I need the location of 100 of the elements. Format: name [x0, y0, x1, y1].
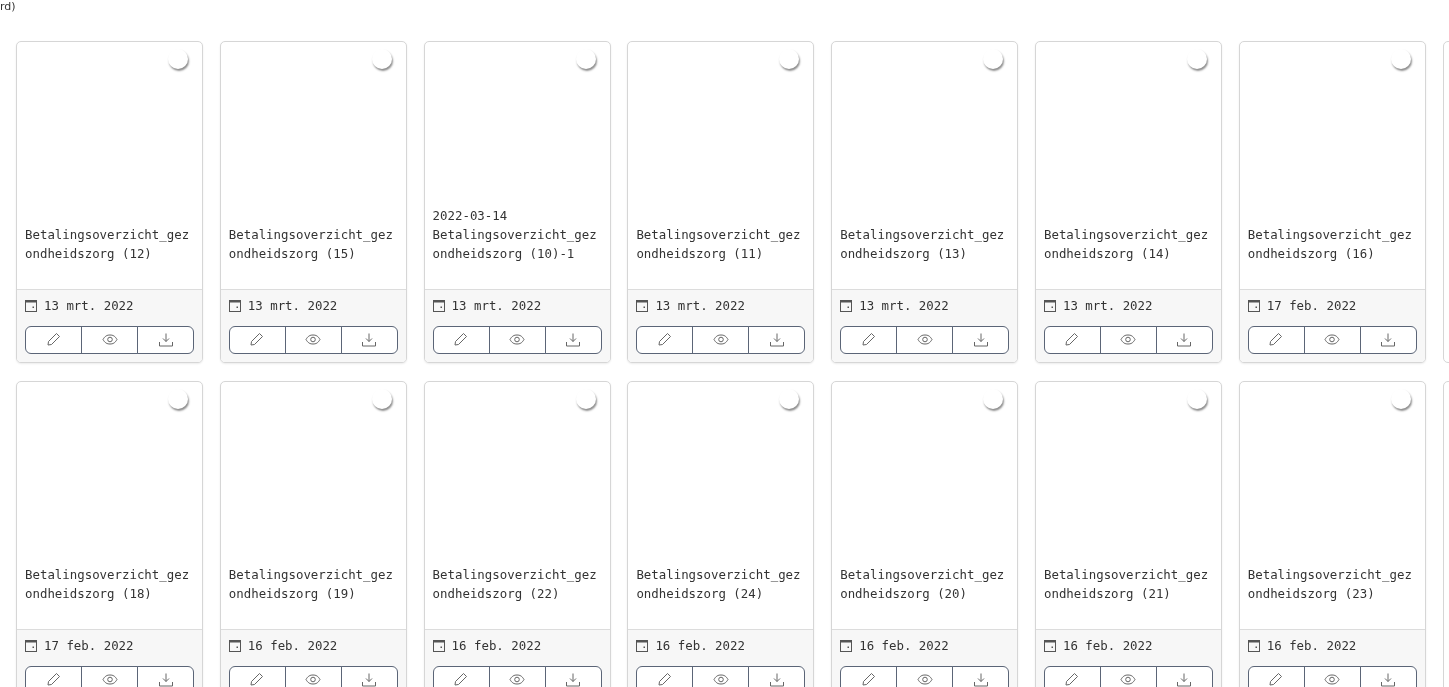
download-button[interactable] [137, 666, 194, 687]
select-toggle[interactable] [575, 389, 596, 409]
pencil-icon [453, 332, 470, 348]
select-toggle[interactable] [779, 389, 800, 409]
document-title: Betalingsoverzicht_gezondheidszorg (22) [432, 566, 598, 603]
download-button[interactable] [1359, 326, 1417, 354]
calendar-icon [840, 300, 853, 312]
eye-icon [101, 332, 118, 348]
view-button[interactable] [488, 326, 546, 354]
calendar-icon [25, 640, 37, 652]
document-title: Betalingsoverzicht_gezondheidszorg (23) [1247, 566, 1413, 603]
view-button[interactable] [692, 666, 750, 687]
download-icon [972, 332, 989, 348]
edit-button[interactable] [1044, 326, 1101, 354]
pencil-icon [249, 672, 266, 687]
view-button[interactable] [896, 666, 954, 687]
view-button[interactable] [692, 326, 750, 354]
view-button[interactable] [1303, 326, 1361, 354]
calendar-icon [432, 300, 445, 312]
pencil-icon [45, 672, 62, 687]
document-date: 17 feb. 2022 [44, 636, 134, 655]
document-title: Betalingsoverzicht_gezondheidszorg (13) [840, 226, 1006, 263]
edit-button[interactable] [1247, 666, 1305, 687]
document-date: 13 mrt. 2022 [247, 296, 338, 315]
download-button[interactable] [544, 666, 602, 687]
pencil-icon [860, 332, 877, 348]
download-icon [768, 332, 785, 348]
view-button[interactable] [284, 666, 342, 687]
view-button[interactable] [896, 326, 954, 354]
calendar-icon [1247, 300, 1260, 312]
document-title: Betalingsoverzicht_gezondheidszorg (16) [1247, 226, 1413, 263]
select-toggle[interactable] [983, 389, 1004, 409]
download-button[interactable] [952, 666, 1010, 687]
eye-icon [509, 332, 526, 348]
document-title: Betalingsoverzicht_gezondheidszorg (21) [1044, 566, 1210, 603]
edit-button[interactable] [25, 666, 82, 687]
select-toggle[interactable] [1187, 389, 1207, 409]
view-button[interactable] [81, 666, 138, 687]
download-button[interactable] [1359, 666, 1417, 687]
download-icon [361, 672, 378, 687]
document-date: 16 feb. 2022 [247, 636, 338, 655]
eye-icon [1120, 332, 1137, 348]
document-title: Betalingsoverzicht_gezondheidszorg (14) [1044, 226, 1210, 263]
select-toggle[interactable] [1187, 49, 1207, 69]
download-button[interactable] [748, 326, 806, 354]
download-icon [1176, 672, 1193, 687]
eye-icon [916, 332, 933, 348]
calendar-icon [1044, 300, 1056, 312]
pencil-icon [453, 672, 470, 687]
calendar-icon [432, 640, 445, 652]
download-button[interactable] [137, 326, 194, 354]
document-title: Betalingsoverzicht_gezondheidszorg (20) [840, 566, 1006, 603]
select-toggle[interactable] [168, 389, 188, 409]
select-toggle[interactable] [168, 49, 188, 69]
edit-button[interactable] [1044, 666, 1101, 687]
download-icon [972, 672, 989, 687]
eye-icon [305, 332, 322, 348]
eye-icon [305, 672, 322, 687]
download-button[interactable] [340, 326, 398, 354]
calendar-icon [1247, 640, 1260, 652]
view-button[interactable] [1100, 326, 1157, 354]
edit-button[interactable] [1247, 326, 1305, 354]
edit-button[interactable] [432, 326, 490, 354]
download-button[interactable] [544, 326, 602, 354]
download-button[interactable] [748, 666, 806, 687]
document-date: 16 feb. 2022 [1266, 636, 1357, 655]
select-toggle[interactable] [1390, 389, 1411, 409]
document-date: 13 mrt. 2022 [655, 296, 745, 315]
view-button[interactable] [81, 326, 138, 354]
edit-button[interactable] [840, 326, 898, 354]
download-icon [1176, 332, 1193, 348]
download-button[interactable] [952, 326, 1010, 354]
select-toggle[interactable] [983, 49, 1004, 69]
select-toggle[interactable] [779, 49, 800, 69]
edit-button[interactable] [840, 666, 898, 687]
eye-icon [916, 672, 933, 687]
view-button[interactable] [488, 666, 546, 687]
eye-icon [1324, 332, 1341, 348]
edit-button[interactable] [228, 666, 286, 687]
select-toggle[interactable] [371, 49, 392, 69]
pencil-icon [1064, 672, 1081, 687]
view-button[interactable] [1303, 666, 1361, 687]
download-button[interactable] [1156, 326, 1213, 354]
pencil-icon [249, 332, 266, 348]
view-button[interactable] [284, 326, 342, 354]
select-toggle[interactable] [371, 389, 392, 409]
download-button[interactable] [1156, 666, 1213, 687]
view-button[interactable] [1100, 666, 1157, 687]
edit-button[interactable] [636, 666, 694, 687]
eye-icon [712, 672, 729, 687]
edit-button[interactable] [228, 326, 286, 354]
download-button[interactable] [340, 666, 398, 687]
document-date: 13 mrt. 2022 [1063, 296, 1153, 315]
document-date: 16 feb. 2022 [451, 636, 542, 655]
edit-button[interactable] [636, 326, 694, 354]
select-toggle[interactable] [575, 49, 596, 69]
document-title: Betalingsoverzicht_gezondheidszorg (24) [636, 566, 802, 603]
select-toggle[interactable] [1390, 49, 1411, 69]
edit-button[interactable] [25, 326, 82, 354]
edit-button[interactable] [432, 666, 490, 687]
